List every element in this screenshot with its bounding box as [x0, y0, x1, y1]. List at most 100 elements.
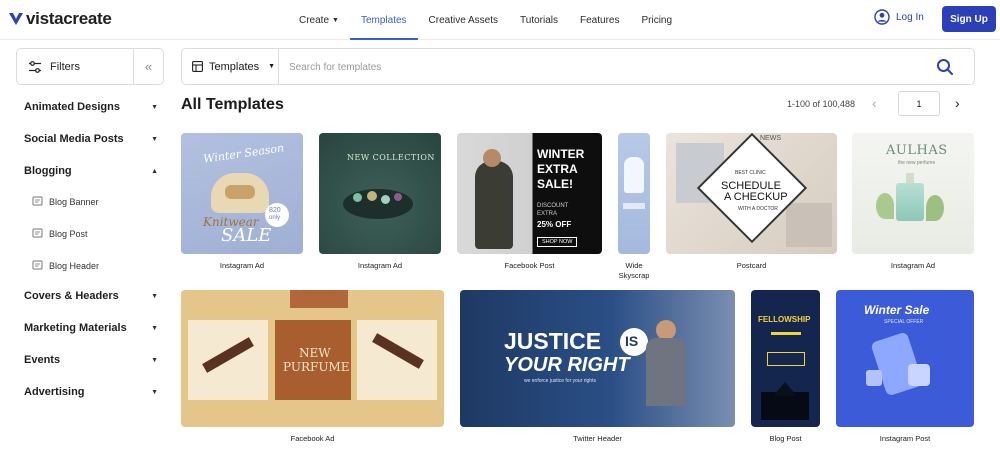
sidebar-item-animated-designs[interactable]: Animated Designs ▼ — [24, 101, 158, 113]
sidebar-item-advertising[interactable]: Advertising ▼ — [24, 386, 158, 398]
chevron-right-icon[interactable]: › — [955, 95, 960, 111]
template-text: A CHECKUP — [724, 191, 788, 203]
model-photo — [475, 161, 513, 249]
template-text: EXTRA — [537, 162, 578, 176]
template-text: BEST CLINIC — [735, 170, 766, 176]
search-input[interactable] — [289, 58, 909, 76]
template-text: EXTRA — [537, 211, 558, 217]
template-text: SPECIAL OFFER — [884, 319, 924, 325]
skyscraper-image — [624, 157, 644, 193]
caret-down-icon: ▼ — [151, 135, 158, 143]
template-text: FELLOWSHIP — [758, 315, 811, 324]
gem-icon — [367, 191, 377, 201]
nav-creative-assets[interactable]: Creative Assets — [418, 0, 509, 40]
perfume-bottle — [906, 173, 914, 183]
sidebar-item-label: Animated Designs — [24, 101, 120, 113]
template-label: Instagram Ad — [890, 261, 936, 270]
template-card[interactable] — [618, 133, 650, 254]
sidebar-item-social-media-posts[interactable]: Social Media Posts ▼ — [24, 133, 158, 145]
caret-down-icon: ▼ — [268, 63, 276, 70]
caret-down-icon: ▼ — [151, 103, 158, 111]
caret-down-icon: ▼ — [151, 356, 158, 364]
sidebar-item-events[interactable]: Events ▼ — [24, 354, 158, 366]
template-card[interactable]: Winter Sale SPECIAL OFFER — [836, 290, 974, 427]
sidebar-subitem-blog-banner[interactable]: Blog Banner — [32, 196, 99, 207]
sidebar-subitem-blog-post[interactable]: Blog Post — [32, 228, 88, 239]
logo[interactable]: vistacreate — [8, 9, 112, 29]
page-title: All Templates — [181, 96, 284, 113]
sidebar-item-blogging[interactable]: Blogging ▲ — [24, 165, 158, 177]
nav-create[interactable]: Create ▼ — [288, 0, 350, 40]
template-doc-icon — [32, 228, 43, 238]
template-text: SALE! — [537, 177, 573, 191]
knitwear-image — [225, 185, 255, 199]
gem-icon — [381, 195, 390, 204]
template-card[interactable]: FELLOWSHIP — [751, 290, 820, 427]
search-bar: Templates ▼ — [181, 48, 975, 85]
template-card[interactable]: BEST CLINIC SCHEDULE A CHECKUP WITH A DO… — [666, 133, 837, 254]
search-icon[interactable] — [936, 58, 954, 76]
caret-down-icon: ▼ — [151, 388, 158, 396]
template-label: Instagram Ad — [219, 261, 265, 270]
skyscraper-image — [623, 203, 645, 209]
template-text: WITH A DOCTOR — [738, 206, 778, 212]
template-text: PURFUME — [283, 360, 350, 374]
nav-pricing[interactable]: Pricing — [630, 0, 683, 40]
template-label: Blog Post — [769, 434, 802, 443]
church-image — [761, 392, 809, 420]
signup-button[interactable]: Sign Up — [942, 6, 996, 32]
template-text: NEWS — [760, 135, 781, 142]
nav-tutorials[interactable]: Tutorials — [509, 0, 569, 40]
nav-features[interactable]: Features — [569, 0, 630, 40]
template-card[interactable]: JUSTICE IS YOUR RIGHT we enforce justice… — [460, 290, 735, 427]
filters-panel: Filters « — [16, 48, 164, 85]
vistacreate-logo-icon — [9, 13, 23, 25]
main-nav: Create ▼ Templates Creative Assets Tutor… — [288, 0, 683, 40]
sliders-icon — [29, 60, 41, 73]
login-button[interactable]: Log In — [874, 9, 924, 25]
sidebar-subitem-blog-header[interactable]: Blog Header — [32, 260, 99, 271]
divider — [771, 332, 801, 335]
perfume-bottle — [896, 183, 924, 221]
leaf-image — [926, 195, 944, 221]
double-chevron-left-icon: « — [144, 59, 153, 74]
sidebar-item-label: Covers & Headers — [24, 290, 119, 302]
template-card[interactable]: NEW PURFUME — [181, 290, 444, 427]
template-doc-icon — [32, 260, 43, 270]
filters-button[interactable]: Filters — [17, 49, 133, 84]
gift-image — [908, 364, 930, 386]
top-tag — [290, 290, 348, 308]
template-text: 25% OFF — [537, 220, 572, 229]
user-circle-icon — [874, 9, 890, 25]
template-card[interactable]: WINTER EXTRA SALE! DISCOUNT EXTRA 25% OF… — [457, 133, 602, 254]
sidebar-item-marketing-materials[interactable]: Marketing Materials ▼ — [24, 322, 158, 334]
collapse-sidebar-button[interactable]: « — [133, 49, 163, 84]
template-doc-icon — [32, 196, 43, 206]
template-text: AULHAS — [886, 143, 948, 158]
page-number-input[interactable]: 1 — [898, 91, 940, 116]
sidebar-item-covers-headers[interactable]: Covers & Headers ▼ — [24, 290, 158, 302]
template-card[interactable]: NEW COLLECTION — [319, 133, 441, 254]
chevron-left-icon[interactable]: ‹ — [872, 95, 877, 111]
nav-templates[interactable]: Templates — [349, 0, 418, 40]
sidebar-subitem-label: Blog Header — [49, 260, 100, 271]
sidebar-item-label: Advertising — [24, 386, 85, 398]
template-text: WINTER — [537, 147, 585, 161]
caret-down-icon: ▼ — [151, 324, 158, 332]
template-text: IS — [625, 333, 639, 349]
hands-image — [357, 320, 437, 400]
search-type-label: Templates — [209, 60, 260, 73]
leaf-image — [876, 193, 894, 219]
gift-image — [866, 370, 882, 386]
search-type-dropdown[interactable]: Templates ▼ — [182, 49, 279, 84]
template-text: only — [269, 215, 281, 221]
sidebar-item-label: Blogging — [24, 165, 72, 177]
church-image — [773, 382, 797, 396]
template-label: Twitter Header — [573, 434, 622, 443]
template-text: NEW — [299, 346, 331, 360]
template-card[interactable]: Winter Season 820 only Knitwear SALE — [181, 133, 303, 254]
template-text: we enforce justice for your rights — [524, 378, 596, 384]
template-label: Postcard — [736, 261, 767, 270]
caret-down-icon: ▼ — [332, 16, 339, 24]
template-card[interactable]: AULHAS the new perfume — [852, 133, 974, 254]
